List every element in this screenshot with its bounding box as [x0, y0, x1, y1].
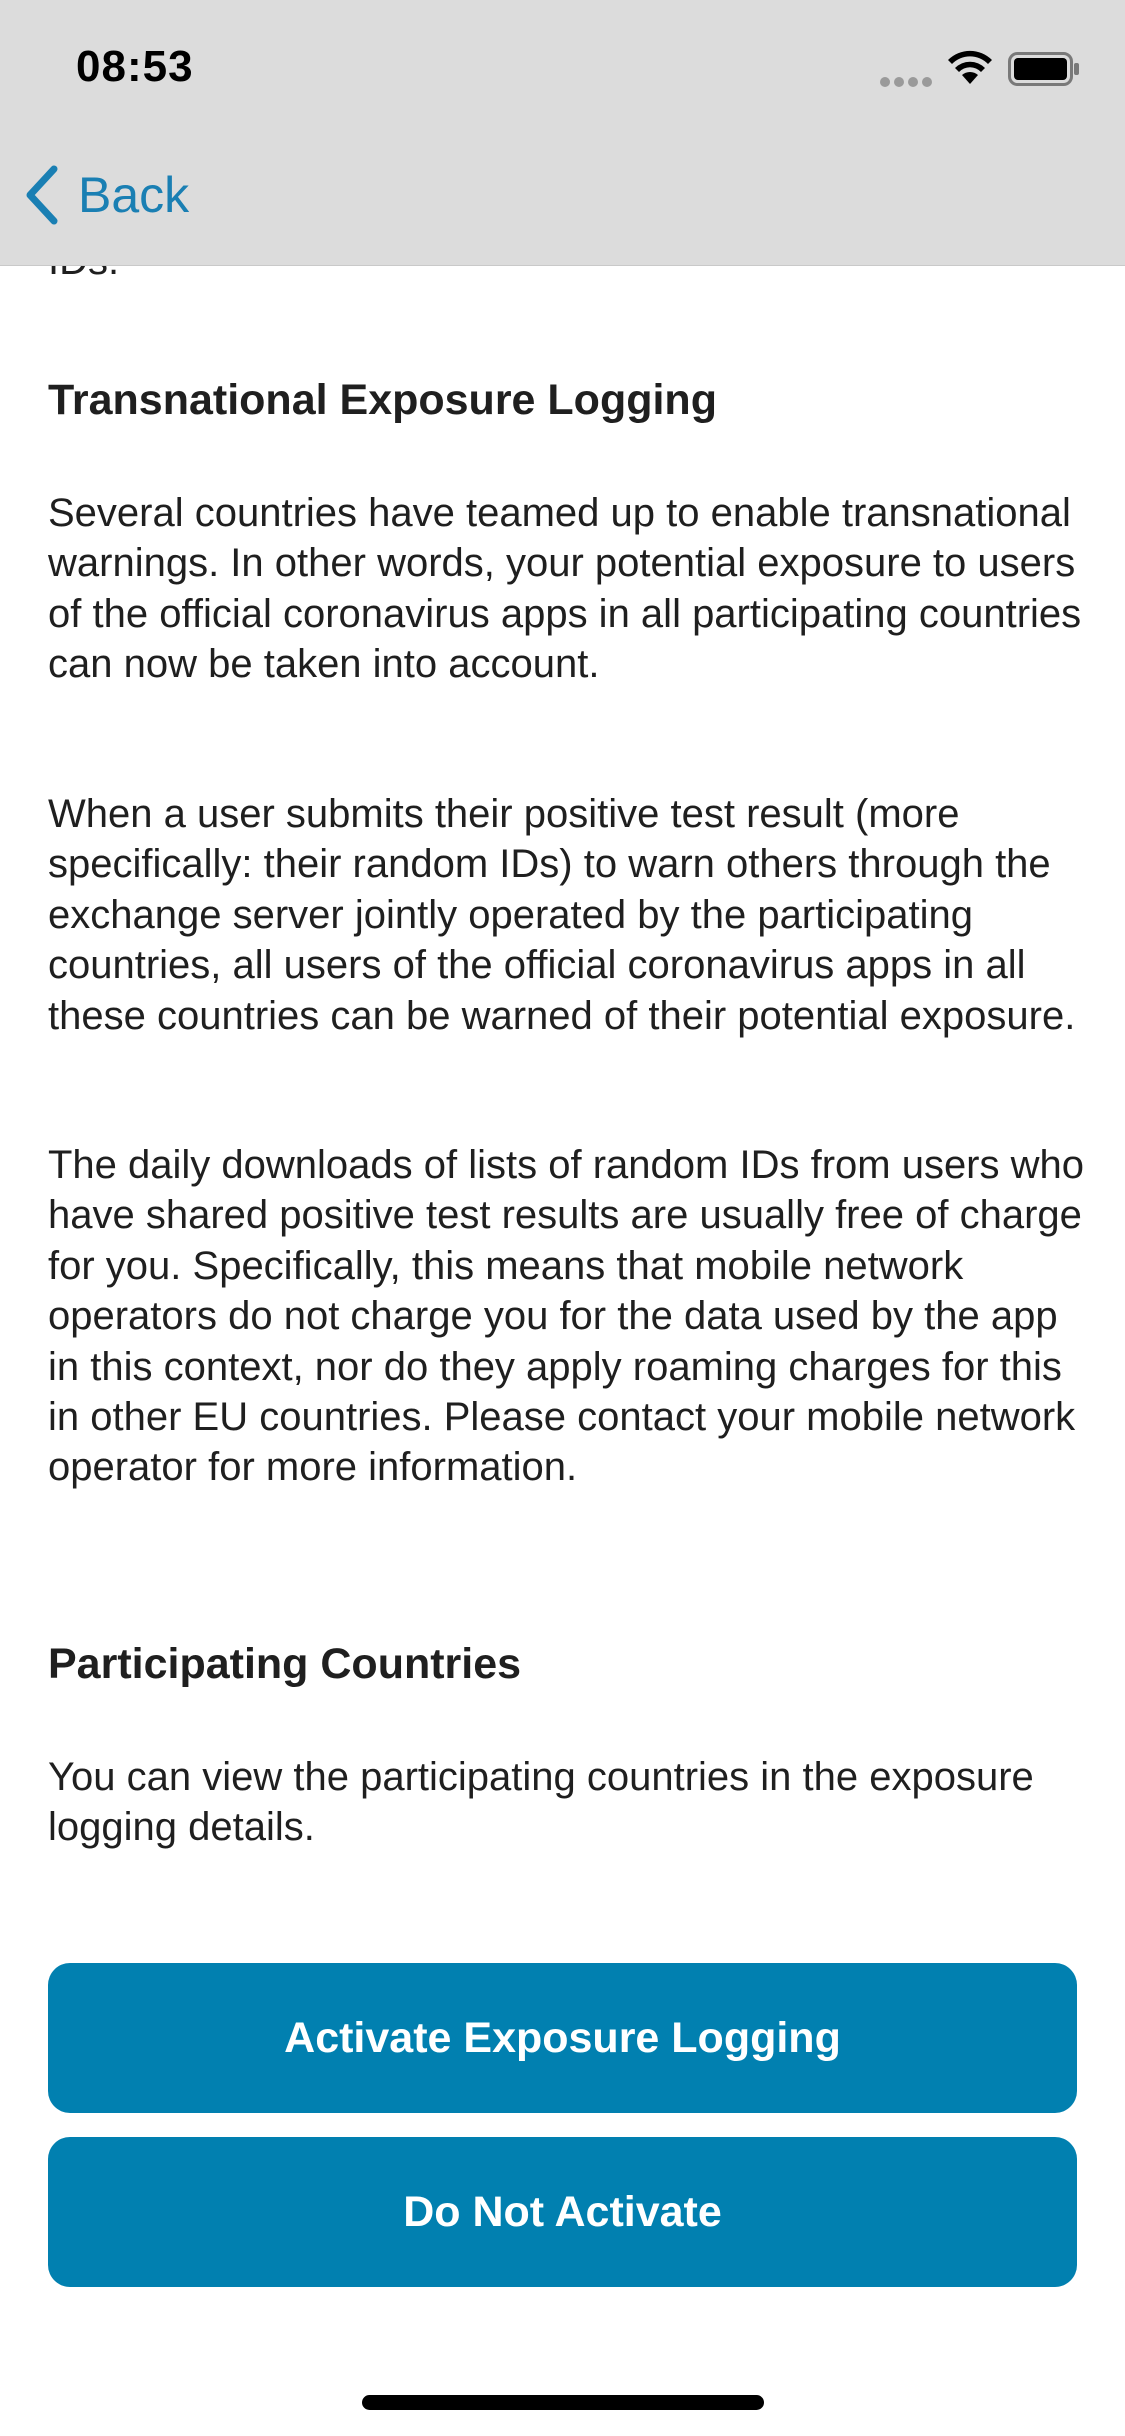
transnational-title: Transnational Exposure Logging [48, 376, 717, 424]
back-button[interactable]: Back [22, 158, 189, 232]
participating-paragraph: You can view the participating countries… [48, 1755, 1034, 1850]
status-time: 08:53 [76, 42, 194, 91]
status-bar: 08:53 [0, 0, 1125, 132]
wifi-icon [948, 50, 992, 84]
do-not-activate-button[interactable]: Do Not Activate [48, 2137, 1077, 2287]
battery-icon [1008, 52, 1079, 86]
transnational-paragraph-2: When a user submits their positive test … [48, 792, 1076, 1038]
transnational-paragraph-3: The daily downloads of lists of random I… [48, 1143, 1084, 1490]
chevron-left-icon [26, 165, 58, 225]
transnational-paragraph-1: Several countries have teamed up to enab… [48, 491, 1082, 687]
participating-title: Participating Countries [48, 1640, 522, 1688]
back-label: Back [78, 167, 190, 223]
activate-exposure-logging-button[interactable]: Activate Exposure Logging [48, 1963, 1077, 2113]
top-bar: 08:53 Back [0, 0, 1125, 266]
scroll-content[interactable]: IDs. Transnational Exposure Logging Seve… [0, 0, 1125, 2436]
navigation-bar: Back [0, 132, 1125, 266]
screen: IDs. Transnational Exposure Logging Seve… [0, 0, 1125, 2436]
cellular-dots-icon [880, 74, 936, 87]
home-indicator[interactable] [362, 2395, 764, 2410]
